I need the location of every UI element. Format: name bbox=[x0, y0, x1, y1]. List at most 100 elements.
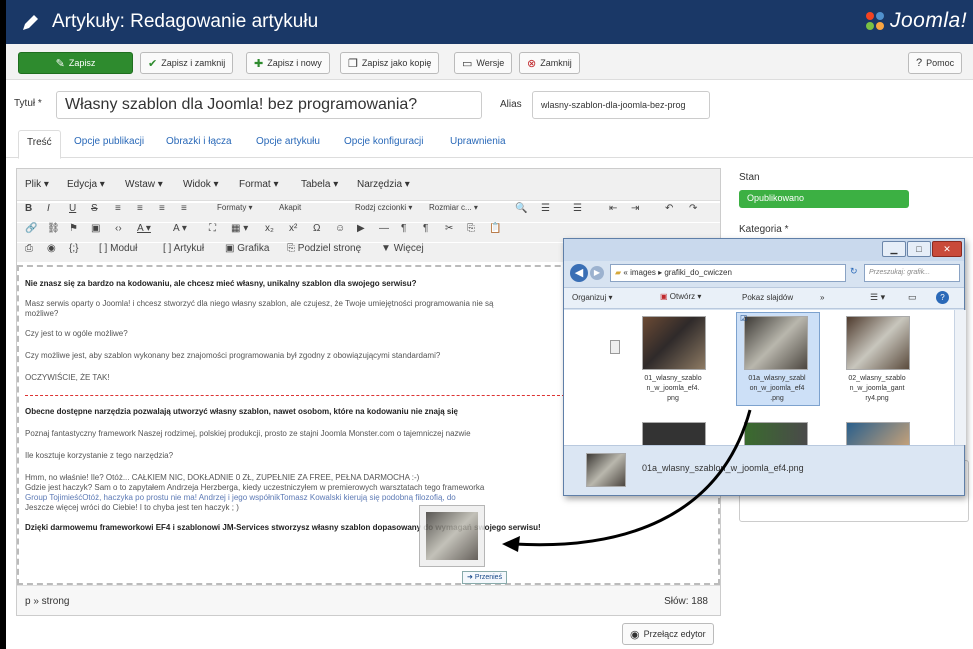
image-icon[interactable]: ▣ bbox=[91, 223, 100, 234]
numbered-list-icon[interactable]: ☰ bbox=[573, 203, 582, 214]
font-family-dropdown[interactable]: Rodzj czcionki ▾ bbox=[355, 203, 412, 212]
forward-arrow-icon[interactable]: ▶ bbox=[590, 266, 604, 280]
nav-pane-scroll[interactable] bbox=[610, 340, 620, 354]
close-window-button[interactable]: ✕ bbox=[932, 241, 962, 257]
module-button[interactable]: [ ] Moduł bbox=[99, 243, 137, 254]
unlink-icon[interactable]: ⛓ bbox=[47, 223, 60, 234]
back-arrow-icon[interactable]: ◀ bbox=[570, 264, 588, 282]
archive-icon: ▭ bbox=[462, 57, 473, 70]
text-color-icon[interactable]: A ▾ bbox=[137, 223, 151, 234]
tab-configure-options[interactable]: Opcje konfiguracji bbox=[344, 136, 423, 147]
tab-permissions[interactable]: Uprawnienia bbox=[450, 136, 506, 147]
preview-icon[interactable]: ◉ bbox=[47, 243, 56, 254]
anchor-icon[interactable]: ⚑ bbox=[69, 223, 78, 234]
horizontal-rule-icon[interactable]: — bbox=[379, 223, 389, 234]
refresh-icon[interactable]: ↻ bbox=[850, 266, 858, 277]
view-options-icon[interactable]: ☰ ▾ bbox=[870, 292, 885, 303]
redo-icon[interactable]: ↷ bbox=[689, 203, 697, 214]
special-char-icon[interactable]: Ω bbox=[313, 223, 320, 234]
organize-button[interactable]: Organizuj ▾ bbox=[572, 293, 612, 302]
strikethrough-icon[interactable]: S bbox=[91, 203, 98, 214]
fullscreen-icon[interactable]: ⛶ bbox=[209, 223, 216, 234]
vertical-scrollbar[interactable] bbox=[954, 310, 966, 445]
element-path: p » strong bbox=[25, 596, 70, 607]
table-icon[interactable]: ▦ ▾ bbox=[231, 223, 248, 234]
checkbox-icon[interactable]: ☑ bbox=[740, 314, 747, 323]
tab-publishing[interactable]: Opcje publikacji bbox=[74, 136, 144, 147]
search-field[interactable]: Przeszukaj: grafik... bbox=[864, 264, 960, 282]
thumbnail-05[interactable] bbox=[846, 422, 910, 446]
module-label: Moduł bbox=[110, 243, 138, 254]
formats-dropdown[interactable]: Formaty ▾ bbox=[217, 203, 253, 212]
article-button[interactable]: [ ] Artykuł bbox=[163, 243, 204, 254]
pagebreak-button[interactable]: ⎘ Podziel stronę bbox=[287, 243, 361, 254]
image-button[interactable]: ▣ Grafika bbox=[225, 243, 269, 254]
eye-icon: ◉ bbox=[630, 628, 640, 641]
menu-file[interactable]: Plik ▾ bbox=[25, 179, 49, 190]
code-icon[interactable]: ‹› bbox=[115, 223, 122, 234]
path-field[interactable]: ▰ « images ▸ grafiki_do_cwiczen bbox=[610, 264, 846, 282]
menu-insert[interactable]: Wstaw ▾ bbox=[125, 179, 163, 190]
readmore-button[interactable]: ▼ Więcej bbox=[381, 243, 424, 254]
thumbnail-02[interactable] bbox=[846, 316, 910, 370]
help-circle-icon[interactable]: ? bbox=[936, 291, 949, 304]
cut-icon[interactable]: ✂ bbox=[445, 223, 453, 234]
subscript-icon[interactable]: x₂ bbox=[265, 223, 274, 234]
copy-format-icon[interactable]: ⎘ bbox=[467, 223, 475, 234]
maximize-button[interactable]: □ bbox=[907, 241, 931, 257]
save-new-button[interactable]: ✚ Zapisz i nowy bbox=[246, 52, 330, 74]
title-input[interactable]: Własny szablon dla Joomla! bez programow… bbox=[56, 91, 482, 119]
save-copy-button[interactable]: ❐ Zapisz jako kopię bbox=[340, 52, 440, 74]
thumbnail-01a[interactable] bbox=[744, 316, 808, 370]
bold-icon[interactable]: B bbox=[25, 203, 32, 214]
align-justify-icon[interactable]: ≡ bbox=[181, 203, 187, 214]
superscript-icon[interactable]: x² bbox=[289, 223, 297, 234]
open-button[interactable]: ▣ Otwórz ▾ bbox=[660, 292, 701, 301]
alias-input[interactable]: wlasny-szablon-dla-joomla-bez-prog bbox=[532, 91, 710, 119]
find-icon[interactable]: 🔍 bbox=[515, 203, 527, 214]
print-icon[interactable]: ⎙ bbox=[25, 243, 33, 254]
close-button[interactable]: ⊗ Zamknij bbox=[519, 52, 580, 74]
thumbnail-01[interactable] bbox=[642, 316, 706, 370]
preview-pane-icon[interactable]: ▭ bbox=[908, 292, 917, 303]
paste-icon[interactable]: 📋 bbox=[489, 223, 501, 234]
emoticons-icon[interactable]: ☺ bbox=[335, 223, 345, 234]
menu-format[interactable]: Format ▾ bbox=[239, 179, 278, 190]
tab-content[interactable]: Treść bbox=[18, 130, 61, 159]
ltr-icon[interactable]: ¶ bbox=[401, 223, 406, 234]
slideshow-button[interactable]: Pokaz slajdów bbox=[742, 293, 793, 302]
media-icon[interactable]: ▶ bbox=[357, 223, 365, 234]
minimize-button[interactable]: ▁ bbox=[882, 241, 906, 257]
tab-images-links[interactable]: Obrazki i łącza bbox=[166, 136, 232, 147]
tab-article-options[interactable]: Opcje artykułu bbox=[256, 136, 320, 147]
align-right-icon[interactable]: ≡ bbox=[159, 203, 165, 214]
italic-icon[interactable]: I bbox=[47, 203, 50, 214]
menu-edit[interactable]: Edycja ▾ bbox=[67, 179, 105, 190]
save-button[interactable]: ✎ Zapisz bbox=[18, 52, 133, 74]
menu-view[interactable]: Widok ▾ bbox=[183, 179, 219, 190]
outdent-icon[interactable]: ⇤ bbox=[609, 203, 617, 214]
bullet-list-icon[interactable]: ☰ bbox=[541, 203, 550, 214]
explorer-titlebar[interactable]: ▁ □ ✕ bbox=[564, 239, 964, 261]
align-center-icon[interactable]: ≡ bbox=[137, 203, 143, 214]
undo-icon[interactable]: ↶ bbox=[665, 203, 673, 214]
more-button[interactable]: » bbox=[820, 293, 824, 302]
indent-icon[interactable]: ⇥ bbox=[631, 203, 639, 214]
font-size-dropdown[interactable]: Rozmiar c... ▾ bbox=[429, 203, 478, 212]
menu-table[interactable]: Tabela ▾ bbox=[301, 179, 338, 190]
link-icon[interactable]: 🔗 bbox=[25, 223, 37, 234]
save-close-button[interactable]: ✔ Zapisz i zamknij bbox=[140, 52, 234, 74]
align-left-icon[interactable]: ≡ bbox=[115, 203, 121, 214]
background-color-icon[interactable]: A ▾ bbox=[173, 223, 187, 234]
file-label-02[interactable]: 02_wlasny_szablo n_w_joomla_gant ry4.png bbox=[834, 374, 920, 404]
status-select[interactable]: Opublikowano bbox=[739, 190, 909, 208]
versions-button[interactable]: ▭ Wersje bbox=[454, 52, 513, 74]
paragraph-9: Hmm, no właśnie! Ile? Otóż... CAŁKIEM NI… bbox=[25, 473, 420, 482]
source-code-icon[interactable]: {;} bbox=[69, 243, 78, 254]
underline-icon[interactable]: U bbox=[69, 203, 76, 214]
toggle-editor-button[interactable]: ◉ Przełącz edytor bbox=[622, 623, 714, 645]
rtl-icon[interactable]: ¶ bbox=[423, 223, 428, 234]
help-button[interactable]: ? Pomoc bbox=[908, 52, 963, 74]
menu-tools[interactable]: Narzędzia ▾ bbox=[357, 179, 410, 190]
paragraph-dropdown[interactable]: Akapit bbox=[279, 203, 301, 212]
